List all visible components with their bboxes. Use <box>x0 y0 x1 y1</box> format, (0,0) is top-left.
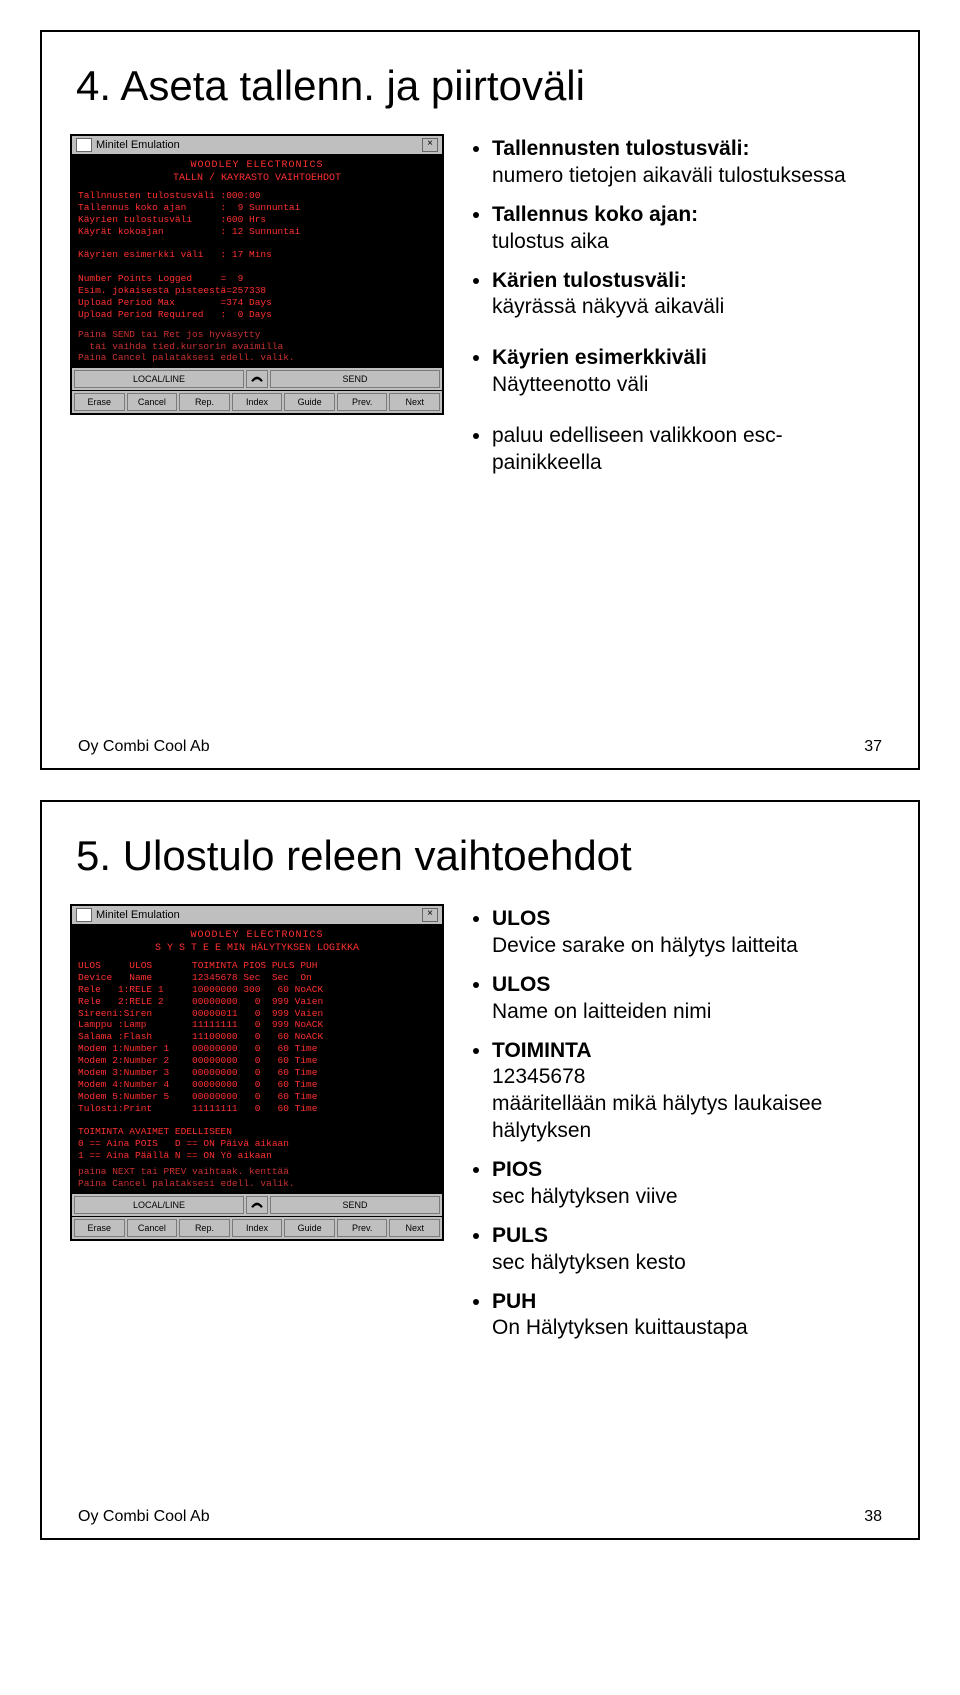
slide-footer: Oy Combi Cool Ab 37 <box>70 732 890 756</box>
slide-title: 5. Ulostulo releen vaihtoehdot <box>76 832 890 880</box>
slide-footer: Oy Combi Cool Ab 38 <box>70 1502 890 1526</box>
prev-button[interactable]: Prev. <box>337 393 388 411</box>
index-button[interactable]: Index <box>232 393 283 411</box>
terminal-screen: WOODLEY ELECTRONICS TALLN / KAYRASTO VAI… <box>72 154 442 368</box>
erase-button[interactable]: Erase <box>74 393 125 411</box>
bullet-item: PULSsec hälytyksen kesto <box>492 1223 890 1277</box>
slide-number: 37 <box>864 738 882 756</box>
bullet-item: PIOSsec hälytyksen viive <box>492 1157 890 1211</box>
bullet-item: paluu edelliseen valikkoon esc-painikkee… <box>492 423 890 477</box>
screen-brand: WOODLEY ELECTRONICS <box>78 160 436 171</box>
terminal-screenshot: Minitel Emulation × WOODLEY ELECTRONICS … <box>70 904 444 1502</box>
slide-38: 5. Ulostulo releen vaihtoehdot Minitel E… <box>40 800 920 1540</box>
button-bar-top: LOCAL/LINE SEND <box>72 368 442 390</box>
button-bar-bottom: Erase Cancel Rep. Index Guide Prev. Next <box>72 1217 442 1239</box>
screen-message: paina NEXT tai PREV vaihtaak. kenttää Pa… <box>78 1166 436 1190</box>
screen-table-head: ULOS ULOS TOIMINTA PIOS PULS PUH Device … <box>78 960 436 984</box>
screen-title: S Y S T E E MIN HÄLYTYKSEN LOGIKKA <box>78 943 436 954</box>
app-icon <box>76 908 92 922</box>
bullet-item: Kärien tulostusväli:käyrässä näkyvä aika… <box>492 268 890 322</box>
cancel-button[interactable]: Cancel <box>127 1219 178 1237</box>
window-titlebar: Minitel Emulation × <box>72 136 442 154</box>
terminal-screen: WOODLEY ELECTRONICS S Y S T E E MIN HÄLY… <box>72 924 442 1194</box>
footer-company: Oy Combi Cool Ab <box>78 738 210 756</box>
bullet-item: Tallennus koko ajan:tulostus aika <box>492 202 890 256</box>
cancel-button[interactable]: Cancel <box>127 393 178 411</box>
screen-title: TALLN / KAYRASTO VAIHTOEHDOT <box>78 173 436 184</box>
local-line-button[interactable]: LOCAL/LINE <box>74 1196 244 1214</box>
send-button[interactable]: SEND <box>270 1196 440 1214</box>
bullet-item: ULOSDevice sarake on hälytys laitteita <box>492 906 890 960</box>
window-titlebar: Minitel Emulation × <box>72 906 442 924</box>
guide-button[interactable]: Guide <box>284 393 335 411</box>
terminal-screenshot: Minitel Emulation × WOODLEY ELECTRONICS … <box>70 134 444 732</box>
close-icon[interactable]: × <box>422 138 438 152</box>
phone-icon[interactable] <box>246 370 268 388</box>
button-bar-top: LOCAL/LINE SEND <box>72 1194 442 1216</box>
slide-content-row: Minitel Emulation × WOODLEY ELECTRONICS … <box>70 904 890 1502</box>
window-title: Minitel Emulation <box>96 139 180 151</box>
screen-message: Paina SEND tai Ret jos hyväsytty tai vai… <box>78 329 436 365</box>
erase-button[interactable]: Erase <box>74 1219 125 1237</box>
bullet-item: Käyrien esimerkkiväliNäytteenotto väli <box>492 345 890 399</box>
slide-37: 4. Aseta tallenn. ja piirtoväli Minitel … <box>40 30 920 770</box>
bullet-item: Tallennusten tulostusväli:numero tietoje… <box>492 136 890 190</box>
next-button[interactable]: Next <box>389 1219 440 1237</box>
bullet-item: TOIMINTA12345678 määritellään mikä hälyt… <box>492 1038 890 1146</box>
bullet-list: Tallennusten tulostusväli:numero tietoje… <box>470 134 890 732</box>
terminal-window: Minitel Emulation × WOODLEY ELECTRONICS … <box>70 904 444 1241</box>
footer-company: Oy Combi Cool Ab <box>78 1508 210 1526</box>
rep-button[interactable]: Rep. <box>179 393 230 411</box>
app-icon <box>76 138 92 152</box>
bullet-item: PUHOn Hälytyksen kuittaustapa <box>492 1289 890 1343</box>
rep-button[interactable]: Rep. <box>179 1219 230 1237</box>
close-icon[interactable]: × <box>422 908 438 922</box>
phone-icon[interactable] <box>246 1196 268 1214</box>
send-button[interactable]: SEND <box>270 370 440 388</box>
slide-content-row: Minitel Emulation × WOODLEY ELECTRONICS … <box>70 134 890 732</box>
screen-brand: WOODLEY ELECTRONICS <box>78 930 436 941</box>
bullet-item: ULOSName on laitteiden nimi <box>492 972 890 1026</box>
slide-title: 4. Aseta tallenn. ja piirtoväli <box>76 62 890 110</box>
prev-button[interactable]: Prev. <box>337 1219 388 1237</box>
next-button[interactable]: Next <box>389 393 440 411</box>
slide-number: 38 <box>864 1508 882 1526</box>
local-line-button[interactable]: LOCAL/LINE <box>74 370 244 388</box>
terminal-window: Minitel Emulation × WOODLEY ELECTRONICS … <box>70 134 444 415</box>
screen-body: Rele 1:RELE 1 10000000 300 60 NoACK Rele… <box>78 984 436 1162</box>
button-bar-bottom: Erase Cancel Rep. Index Guide Prev. Next <box>72 391 442 413</box>
screen-body: Tallnnusten tulostusväli :000:00 Tallenn… <box>78 190 436 321</box>
guide-button[interactable]: Guide <box>284 1219 335 1237</box>
window-title: Minitel Emulation <box>96 909 180 921</box>
index-button[interactable]: Index <box>232 1219 283 1237</box>
bullet-list: ULOSDevice sarake on hälytys laitteita U… <box>470 904 890 1502</box>
